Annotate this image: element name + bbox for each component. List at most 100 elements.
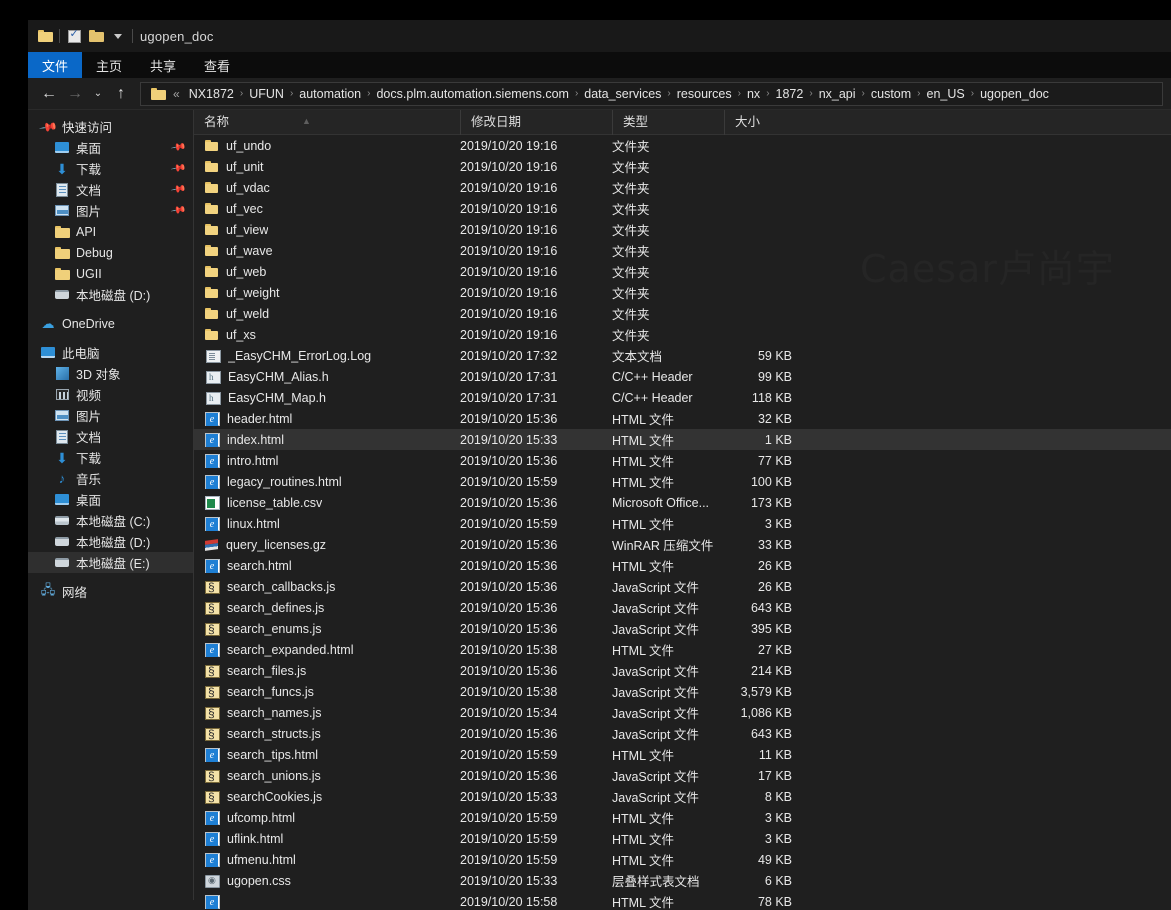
table-row[interactable]: uf_unit 2019/10/20 19:16 文件夹 [194, 156, 1171, 177]
sidebar-item-debug[interactable]: Debug [28, 242, 193, 263]
sidebar-group-item[interactable]: 此电脑 [28, 342, 193, 363]
table-row[interactable]: search_funcs.js 2019/10/20 15:38 JavaScrip… [194, 681, 1171, 702]
table-row[interactable]: _EasyCHM_ErrorLog.Log 2019/10/20 17:32 文本文… [194, 345, 1171, 366]
breadcrumb-item-0[interactable]: NX1872 [184, 87, 239, 101]
breadcrumb-item-4[interactable]: data_services [579, 87, 666, 101]
sidebar-item-d[interactable]: 本地磁盘 (D:) [28, 531, 193, 552]
table-row[interactable]: uf_xs 2019/10/20 19:16 文件夹 [194, 324, 1171, 345]
table-row[interactable]: 2019/10/20 15:58 HTML 文件 78 KB [194, 891, 1171, 910]
column-header-size[interactable]: 大小 [724, 109, 804, 135]
sidebar-group-item[interactable]: 📌 快速访问 [28, 116, 193, 137]
table-row[interactable]: search_enums.js 2019/10/20 15:36 JavaScrip… [194, 618, 1171, 639]
table-row[interactable]: uf_web 2019/10/20 19:16 文件夹 [194, 261, 1171, 282]
breadcrumb-item-7[interactable]: 1872 [771, 87, 809, 101]
sidebar-item-item[interactable]: ⬇ 下载 [28, 447, 193, 468]
table-row[interactable]: intro.html 2019/10/20 15:36 HTML 文件 77 KB [194, 450, 1171, 471]
table-row[interactable]: ugopen.css 2019/10/20 15:33 层叠样式表文档 6 KB [194, 870, 1171, 891]
table-row[interactable]: linux.html 2019/10/20 15:59 HTML 文件 3 KB [194, 513, 1171, 534]
tab-share[interactable]: 共享 [136, 52, 190, 78]
table-row[interactable]: uf_undo 2019/10/20 19:16 文件夹 [194, 135, 1171, 156]
table-row[interactable]: index.html 2019/10/20 15:33 HTML 文件 1 KB [194, 429, 1171, 450]
up-button-icon[interactable]: ↑ [108, 81, 134, 107]
sidebar-item-item[interactable]: 文档 📌 [28, 179, 193, 200]
pin-icon[interactable]: 📌 [170, 202, 187, 218]
table-row[interactable]: search_files.js 2019/10/20 15:36 JavaScrip… [194, 660, 1171, 681]
sidebar-item-c[interactable]: 本地磁盘 (C:) [28, 510, 193, 531]
breadcrumb-item-9[interactable]: custom [866, 87, 916, 101]
recent-locations-icon[interactable]: ⌄ [88, 81, 108, 107]
breadcrumb-item-10[interactable]: en_US [922, 87, 970, 101]
breadcrumb[interactable]: « NX1872 › UFUN › automation › docs.plm.… [140, 81, 1163, 106]
folder-icon[interactable] [34, 25, 56, 47]
column-header-type[interactable]: 类型 [612, 109, 724, 135]
table-row[interactable]: search_expanded.html 2019/10/20 15:38 HTML… [194, 639, 1171, 660]
pin-icon[interactable]: 📌 [170, 139, 187, 155]
table-row[interactable]: EasyCHM_Map.h 2019/10/20 17:31 C/C++ Heade… [194, 387, 1171, 408]
table-row[interactable]: query_licenses.gz 2019/10/20 15:36 WinRAR … [194, 534, 1171, 555]
column-header-name[interactable]: 名称 ▲ [194, 110, 460, 135]
back-button-icon[interactable]: ← [36, 81, 62, 107]
sidebar-item-d[interactable]: 本地磁盘 (D:) [28, 284, 193, 305]
file-type-cell: JavaScript 文件 [612, 581, 699, 595]
sidebar-item-api[interactable]: API [28, 221, 193, 242]
new-folder-icon[interactable] [85, 25, 107, 47]
file-name-label: searchCookies.js [227, 789, 323, 804]
sidebar-group-item[interactable]: 🖧 网络 [28, 581, 193, 602]
table-row[interactable]: search_unions.js 2019/10/20 15:36 JavaScri… [194, 765, 1171, 786]
table-row[interactable]: uf_weld 2019/10/20 19:16 文件夹 [194, 303, 1171, 324]
table-row[interactable]: uf_wave 2019/10/20 19:16 文件夹 [194, 240, 1171, 261]
breadcrumb-item-2[interactable]: automation [294, 87, 366, 101]
sidebar-item-item[interactable]: ⬇ 下载 📌 [28, 158, 193, 179]
table-row[interactable]: search_tips.html 2019/10/20 15:59 HTML 文件 1… [194, 744, 1171, 765]
column-header-date[interactable]: 修改日期 [460, 109, 612, 135]
sidebar-item-item[interactable]: 图片 [28, 405, 193, 426]
pin-icon[interactable]: 📌 [170, 160, 187, 176]
sidebar-item-3d[interactable]: 3D 对象 [28, 363, 193, 384]
breadcrumb-item-5[interactable]: resources [672, 87, 737, 101]
file-type-cell: JavaScript 文件 [612, 791, 699, 805]
sidebar-item-e[interactable]: 本地磁盘 (E:) [28, 552, 193, 573]
sidebar-item-item[interactable]: 文档 [28, 426, 193, 447]
sidebar-item-item[interactable]: 图片 📌 [28, 200, 193, 221]
table-row[interactable]: uf_vec 2019/10/20 19:16 文件夹 [194, 198, 1171, 219]
sidebar-item-item[interactable]: 桌面 📌 [28, 137, 193, 158]
sidebar-item-item[interactable]: 桌面 [28, 489, 193, 510]
table-row[interactable]: uf_vdac 2019/10/20 19:16 文件夹 [194, 177, 1171, 198]
table-row[interactable]: uf_view 2019/10/20 19:16 文件夹 [194, 219, 1171, 240]
table-row[interactable]: search_callbacks.js 2019/10/20 15:36 JavaS… [194, 576, 1171, 597]
forward-button-icon[interactable]: → [62, 81, 88, 107]
table-row[interactable]: search_defines.js 2019/10/20 15:36 JavaScr… [194, 597, 1171, 618]
breadcrumb-item-6[interactable]: nx [742, 87, 765, 101]
table-row[interactable]: search.html 2019/10/20 15:36 HTML 文件 26 KB [194, 555, 1171, 576]
sidebar-group-onedrive[interactable]: ☁ OneDrive [28, 313, 193, 334]
pin-icon[interactable]: 📌 [170, 181, 187, 197]
customize-qat-caret-icon[interactable] [107, 25, 129, 47]
sidebar-item-ugii[interactable]: UGII [28, 263, 193, 284]
table-row[interactable]: searchCookies.js 2019/10/20 15:33 JavaScri… [194, 786, 1171, 807]
table-row[interactable]: license_table.csv 2019/10/20 15:36 Microso… [194, 492, 1171, 513]
properties-checkbox-icon[interactable] [63, 25, 85, 47]
breadcrumb-overflow-icon[interactable]: « [169, 87, 184, 101]
breadcrumb-item-3[interactable]: docs.plm.automation.siemens.com [371, 87, 573, 101]
table-row[interactable]: uflink.html 2019/10/20 15:59 HTML 文件 3 KB [194, 828, 1171, 849]
table-row[interactable]: ufcomp.html 2019/10/20 15:59 HTML 文件 3 KB [194, 807, 1171, 828]
breadcrumb-item-8[interactable]: nx_api [814, 87, 861, 101]
table-row[interactable]: header.html 2019/10/20 15:36 HTML 文件 32 KB [194, 408, 1171, 429]
folder-file-icon [204, 243, 219, 258]
breadcrumb-item-1[interactable]: UFUN [244, 87, 289, 101]
tab-view[interactable]: 查看 [190, 52, 244, 78]
file-name-label: EasyCHM_Alias.h [228, 369, 329, 384]
table-row[interactable]: search_names.js 2019/10/20 15:34 JavaScrip… [194, 702, 1171, 723]
table-row[interactable]: uf_weight 2019/10/20 19:16 文件夹 [194, 282, 1171, 303]
tab-home[interactable]: 主页 [82, 52, 136, 78]
sidebar-item-item[interactable]: ♪ 音乐 [28, 468, 193, 489]
sidebar-item-item[interactable]: 视频 [28, 384, 193, 405]
table-row[interactable]: EasyCHM_Alias.h 2019/10/20 17:31 C/C++ Hea… [194, 366, 1171, 387]
tab-file[interactable]: 文件 [28, 52, 83, 78]
table-row[interactable]: ufmenu.html 2019/10/20 15:59 HTML 文件 49 KB [194, 849, 1171, 870]
folder-icon [54, 224, 70, 240]
table-row[interactable]: legacy_routines.html 2019/10/20 15:59 HTML… [194, 471, 1171, 492]
breadcrumb-item-11[interactable]: ugopen_doc [975, 87, 1054, 101]
file-name-cell: uf_weld [204, 306, 460, 321]
table-row[interactable]: search_structs.js 2019/10/20 15:36 JavaScr… [194, 723, 1171, 744]
